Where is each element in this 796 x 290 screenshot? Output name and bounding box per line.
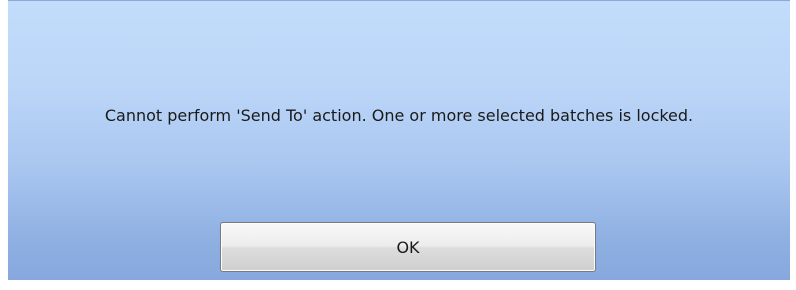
- dialog-message: Cannot perform 'Send To' action. One or …: [104, 106, 694, 125]
- ok-button-label: OK: [396, 237, 420, 257]
- ok-button[interactable]: OK: [220, 222, 596, 272]
- message-dialog: Cannot perform 'Send To' action. One or …: [8, 0, 790, 280]
